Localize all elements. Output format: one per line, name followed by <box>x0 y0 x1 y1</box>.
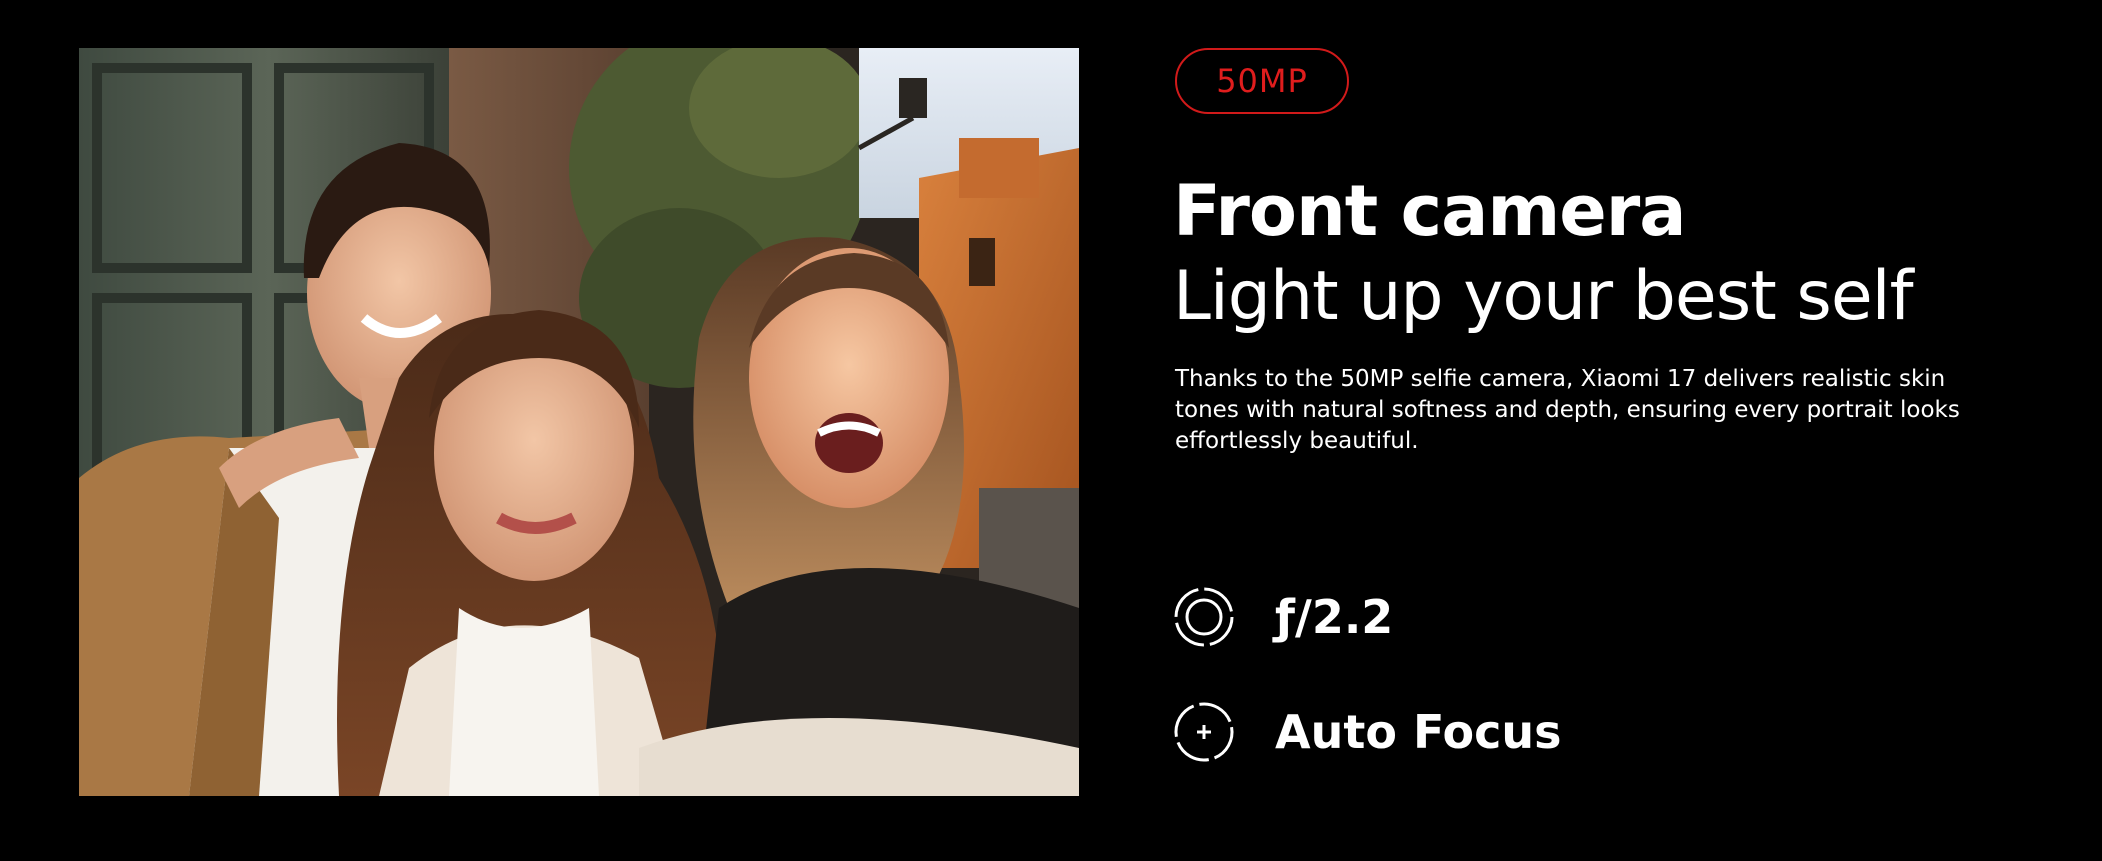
spec-autofocus: Auto Focus <box>1173 700 1562 764</box>
focus-icon <box>1174 702 1234 762</box>
section-title: Front camera <box>1173 170 1687 252</box>
spec-autofocus-label: Auto Focus <box>1275 705 1562 759</box>
section-subtitle: Light up your best self <box>1173 257 1914 336</box>
aperture-icon <box>1174 587 1234 647</box>
spec-aperture: ƒ/2.2 <box>1173 585 1393 649</box>
selfie-photo <box>79 48 1079 796</box>
resolution-badge: 50MP <box>1175 48 1349 114</box>
feature-description: Thanks to the 50MP selfie camera, Xiaomi… <box>1175 366 1960 454</box>
spec-aperture-label: ƒ/2.2 <box>1275 590 1394 644</box>
selfie-photo-illustration <box>79 48 1079 796</box>
